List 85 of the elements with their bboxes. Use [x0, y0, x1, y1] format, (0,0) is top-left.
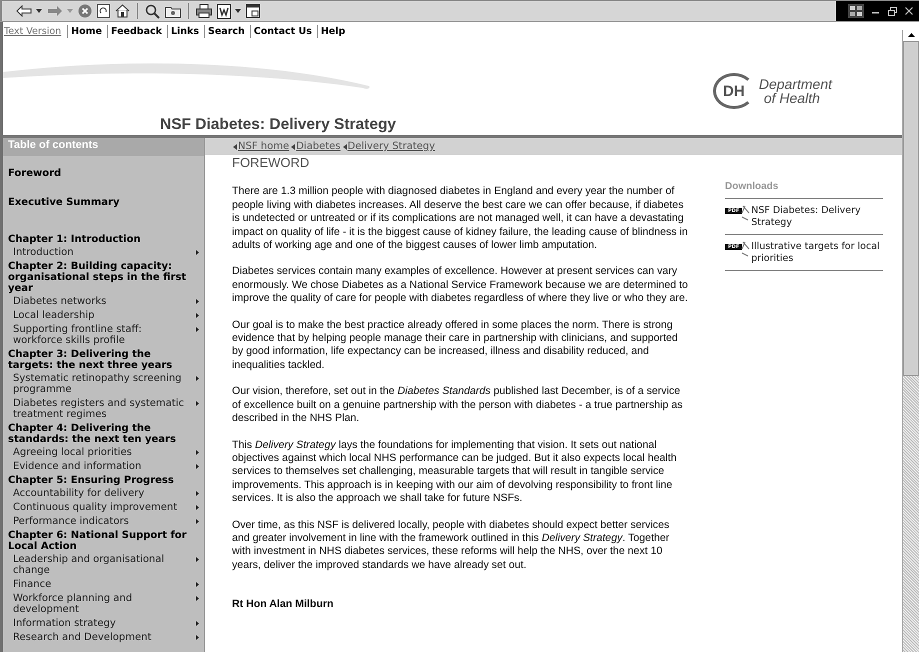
paragraph: Diabetes services contain many examples of excellence. However at present services can vary enormously. We chose Diabetes as a National Service Framework because we are determined to improve the quality of care for people with diabetes regardless of where they live or who they are. — [232, 265, 688, 306]
paragraph: This Delivery Strategy lays the foundations for implementing that vision. It sets out national objectives against which local NHS performance can be judged. But it also expects local health services to themselves set challenging, measurable targets that will result in tangible service improvements. This approach is in keeping with our aim of devolving responsibility to front line services. It is also the approach we shall take for future NSFs. — [232, 438, 678, 506]
arrow-icon — [196, 250, 199, 255]
nav-link[interactable]: Search — [204, 24, 250, 38]
edit-page-icon[interactable] — [217, 4, 231, 18]
section-link[interactable]: Local leadership — [13, 310, 94, 321]
section-heading: FOREWORD — [232, 156, 310, 170]
arrow-icon — [196, 635, 199, 640]
section-link[interactable]: Diabetes networks — [13, 296, 106, 307]
paragraph: There are 1.3 million people with diagnosed diabetes in England and every year the number of people living with diabetes increases. All deserve the best care we can offer because, if diabetes is undetected or untreated or if its complications are not managed well, it can have a devastating impact on quality of life - it is the biggest cause of kidney failure, the leading cause of blindness in adults of working age and one of the biggest causes of lower limb amputation. — [232, 185, 688, 252]
section-link[interactable]: Diabetes registers and systematic treatment regimes — [13, 398, 185, 420]
section-link[interactable]: Information strategy — [13, 618, 116, 629]
paragraph: Our goal is to make the best practice already offered in some places the norm. There is strong evidence that by helping people manage their care in partnership with clinicians, and supported by good information, life expectancy can be increased, illness and disability reduced, and inequalities tackled. — [232, 318, 679, 372]
download-link[interactable]: Illustrative targets for local priorities — [751, 241, 883, 265]
section-link[interactable]: Agreeing local priorities — [13, 447, 132, 458]
signature: Rt Hon Alan Milburn — [232, 598, 334, 612]
logo-text: of Health — [764, 91, 820, 105]
downloads-title: Downloads — [725, 181, 883, 199]
arrow-icon — [196, 450, 199, 455]
arrow-icon — [196, 376, 199, 381]
arrow-icon — [196, 464, 199, 469]
arrow-icon — [196, 557, 199, 562]
arrow-icon — [196, 401, 199, 406]
arrow-icon — [291, 144, 296, 150]
section-link[interactable]: Supporting frontline staff: workforce skills profile — [13, 324, 185, 346]
section-link[interactable]: Introduction — [13, 247, 74, 258]
arrow-icon — [196, 327, 199, 332]
nav-link[interactable]: Home — [67, 24, 107, 38]
page-title: NSF Diabetes: Delivery Strategy — [160, 116, 396, 135]
stop-icon[interactable] — [78, 4, 92, 18]
chapter-link[interactable]: Chapter 6: National Support for Local Action — [8, 530, 204, 554]
windows-logo-icon — [848, 4, 864, 18]
close-icon[interactable] — [905, 7, 913, 15]
arrow-icon — [196, 491, 199, 496]
section-link[interactable]: Research and Development — [13, 632, 152, 643]
scroll-thumb[interactable] — [903, 41, 919, 376]
scroll-up-icon[interactable] — [908, 33, 914, 37]
arrow-icon — [342, 144, 346, 150]
nav-link[interactable]: Links — [166, 24, 204, 38]
logo-text: Department — [758, 77, 832, 91]
arrow-icon — [196, 519, 199, 524]
caret-icon[interactable] — [36, 9, 42, 13]
arrow-icon — [196, 596, 199, 601]
breadcrumb-link[interactable]: Delivery Strategy — [348, 141, 436, 152]
section-link[interactable]: Workforce planning and development — [13, 593, 185, 615]
chapter-link[interactable]: Chapter 2: Building capacity: organisational steps in the first year — [8, 261, 204, 296]
arrow-icon — [196, 582, 199, 587]
chapter-link[interactable]: Chapter 1: Introduction — [8, 234, 204, 247]
download-link[interactable]: NSF Diabetes: Delivery Strategy — [751, 205, 883, 229]
breadcrumb-link[interactable]: Diabetes — [296, 141, 340, 152]
back-arrow-icon[interactable] — [16, 5, 32, 17]
nav-link[interactable]: Text Version — [3, 24, 68, 38]
section-link[interactable]: Accountability for delivery — [13, 488, 144, 499]
arrow-icon — [196, 505, 199, 510]
section-link[interactable]: Evidence and information — [13, 461, 142, 472]
breadcrumb-link[interactable]: NSF home — [238, 141, 290, 152]
arrow-icon — [196, 299, 199, 304]
chapter-link[interactable]: Chapter 4: Delivering the standards: the next ten years — [8, 423, 204, 447]
arrow-icon — [233, 144, 237, 150]
section-link[interactable]: Systematic retinopathy screening programme — [13, 373, 185, 395]
chapter-link[interactable]: Foreword — [8, 168, 204, 181]
folder-icon[interactable] — [165, 4, 181, 18]
nav-link[interactable]: Contact Us — [250, 24, 317, 38]
section-link[interactable]: Leadership and organisational change — [13, 554, 185, 576]
chapter-link[interactable]: Chapter 3: Delivering the targets: the next three years — [8, 349, 204, 373]
chapter-link[interactable]: Chapter 5: Ensuring Progress — [8, 475, 204, 488]
arrow-icon — [196, 313, 199, 318]
printer-icon[interactable] — [196, 4, 212, 18]
arrow-icon — [196, 621, 199, 626]
chapter-link[interactable]: Executive Summary — [8, 197, 204, 210]
sidebar-title: Table of contents — [3, 138, 204, 156]
home-icon[interactable] — [115, 4, 130, 18]
nav-link[interactable]: Feedback — [107, 24, 167, 38]
caret-icon[interactable] — [235, 9, 241, 13]
section-link[interactable]: Finance — [13, 579, 52, 590]
nav-link[interactable]: Help — [316, 24, 350, 38]
search-icon[interactable] — [145, 4, 160, 18]
scrollbar[interactable] — [902, 30, 919, 652]
section-link[interactable]: Performance indicators — [13, 516, 129, 527]
restore-icon[interactable] — [888, 6, 897, 16]
window-icon[interactable] — [246, 4, 260, 18]
section-link[interactable]: Continuous quality improvement — [13, 502, 178, 513]
paragraph: Over time, as this NSF is delivered locally, people with diabetes should expect better services and greater involvement in line with the framework outlined in this Delivery Strategy. Together with investment in NHS diabetes services, these reforms will help the NHS, over the next 10 years, deliver the improved standards we have already set out. — [232, 518, 670, 572]
paragraph: Our vision, therefore, set out in the Diabetes Standards published last December, is of a service of excellence built on a genuine partnership with the person with diabetes - a true partnership as described in the NHS Plan. — [232, 385, 684, 426]
refresh-icon[interactable] — [97, 4, 110, 18]
